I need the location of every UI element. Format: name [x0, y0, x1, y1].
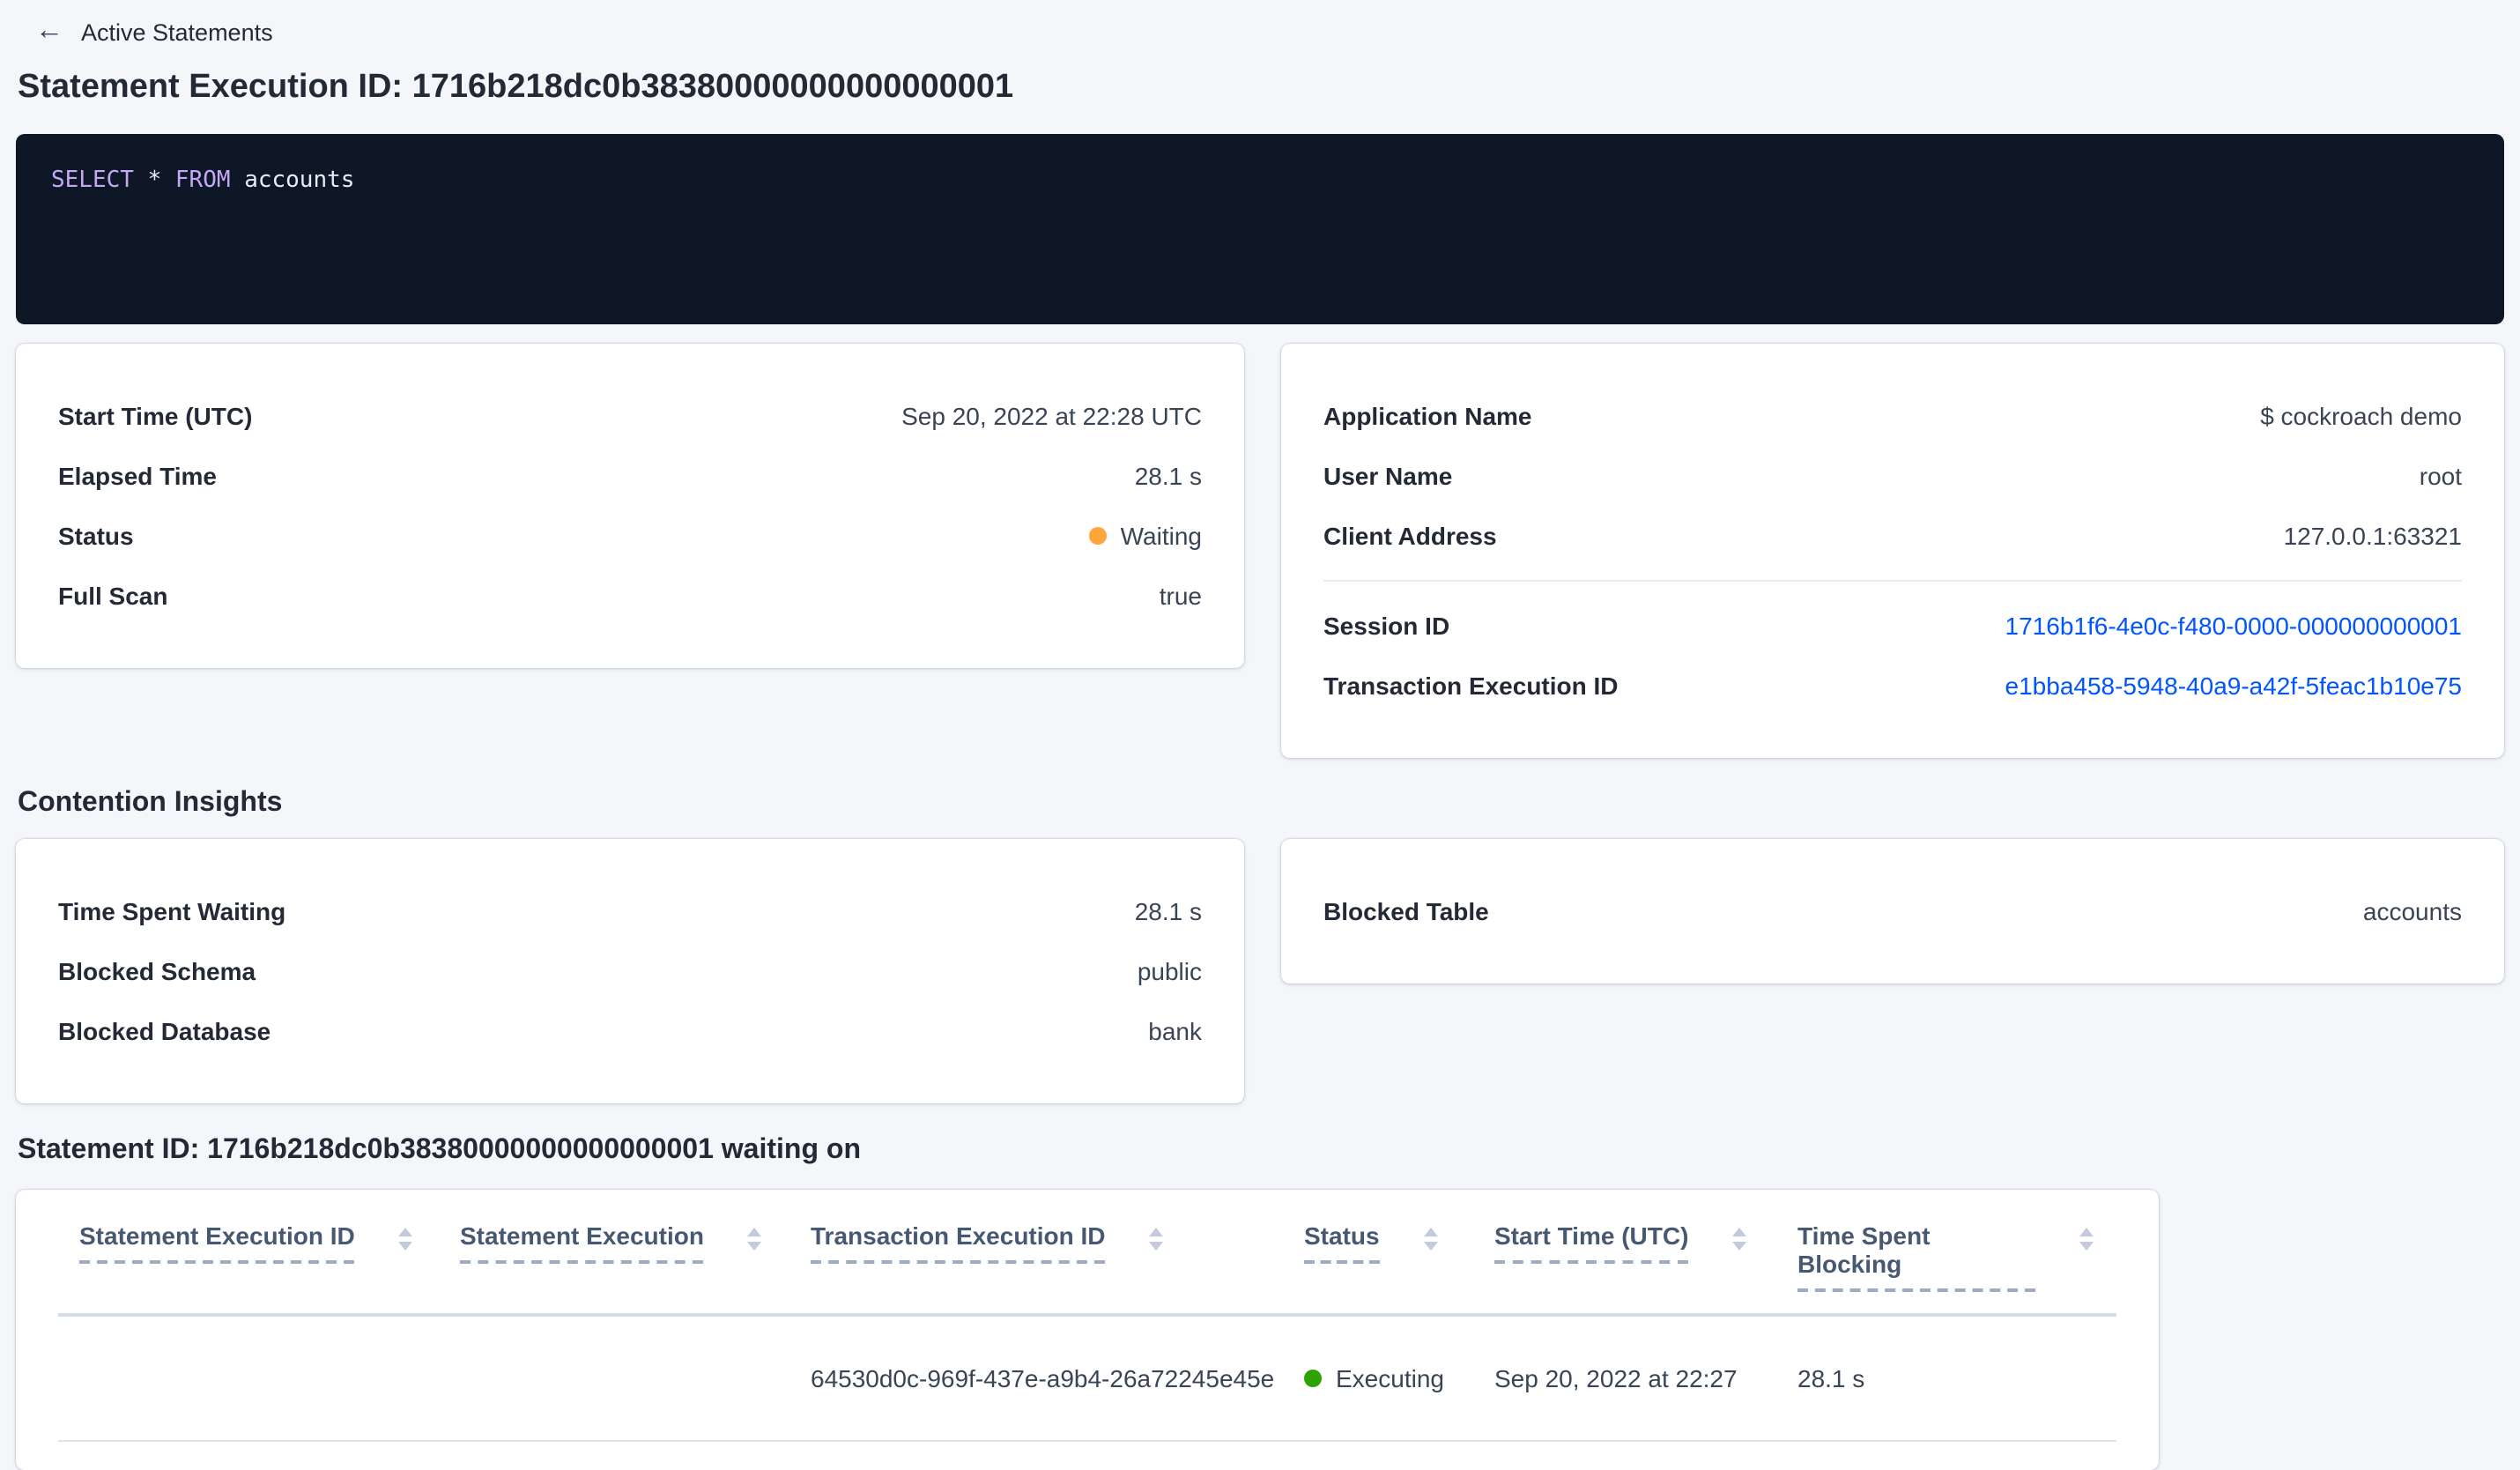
info-label: Time Spent Waiting	[58, 897, 286, 925]
info-label: Transaction Execution ID	[1323, 672, 1619, 700]
statement-details-page: ← Active Statements Statement Execution …	[0, 0, 2520, 1470]
info-label: Elapsed Time	[58, 462, 218, 490]
info-value: 28.1 s	[1134, 897, 1202, 925]
contention-details-card: Time Spent Waiting 28.1 s Blocked Schema…	[16, 839, 1244, 1103]
cell-start-time: Sep 20, 2022 at 22:27	[1494, 1364, 1738, 1392]
info-value: bank	[1148, 1017, 1202, 1045]
info-row-full-scan: Full Scan true	[58, 566, 1202, 626]
column-header-start-time[interactable]: Start Time (UTC)	[1494, 1221, 1797, 1292]
column-header-label: Statement Execution	[460, 1221, 704, 1264]
column-header-transaction-execution-id[interactable]: Transaction Execution ID	[811, 1221, 1304, 1292]
info-label: Start Time (UTC)	[58, 402, 253, 430]
column-header-label: Statement Execution ID	[79, 1221, 355, 1264]
card-divider	[1323, 580, 2462, 582]
column-header-label: Transaction Execution ID	[811, 1221, 1106, 1264]
info-row-start-time: Start Time (UTC) Sep 20, 2022 at 22:28 U…	[58, 386, 1202, 446]
column-header-time-spent-blocking[interactable]: Time Spent Blocking	[1797, 1221, 2095, 1292]
info-row-status: Status Waiting	[58, 506, 1202, 566]
sort-icon	[1732, 1228, 1747, 1251]
info-row-transaction-execution-id: Transaction Execution ID e1bba458-5948-4…	[1323, 656, 2462, 716]
waiting-statements-table: Statement Execution ID Statement Executi…	[16, 1190, 2159, 1470]
cell-transaction-execution-id: 64530d0c-969f-437e-a9b4-26a72245e45e	[811, 1364, 1275, 1392]
info-label: Blocked Schema	[58, 957, 256, 985]
sort-icon	[398, 1228, 413, 1251]
info-value: root	[2419, 462, 2462, 490]
session-summary-card: Application Name $ cockroach demo User N…	[1281, 344, 2504, 758]
cell-time-spent-blocking: 28.1 s	[1797, 1364, 1865, 1392]
info-row-client-address: Client Address 127.0.0.1:63321	[1323, 506, 2462, 566]
session-id-link[interactable]: 1716b1f6-4e0c-f480-0000-000000000001	[2005, 612, 2462, 640]
sort-icon	[2079, 1228, 2094, 1251]
waiting-on-heading: Statement ID: 1716b218dc0b38380000000000…	[18, 1135, 861, 1165]
status-executing-dot-icon	[1304, 1370, 1322, 1387]
info-label: Application Name	[1323, 402, 1532, 430]
back-arrow-icon: ←	[35, 16, 63, 46]
status-waiting-dot-icon	[1088, 527, 1107, 545]
info-value: public	[1137, 957, 1202, 985]
sql-star: *	[147, 167, 162, 194]
execution-summary-card: Start Time (UTC) Sep 20, 2022 at 22:28 U…	[16, 344, 1244, 668]
column-header-label: Status	[1304, 1221, 1380, 1264]
table-header-row: Statement Execution ID Statement Executi…	[16, 1190, 2159, 1292]
back-link-label: Active Statements	[81, 19, 273, 45]
sort-icon	[747, 1228, 762, 1251]
info-label: Status	[58, 522, 134, 550]
table-row: 64530d0c-969f-437e-a9b4-26a72245e45e Exe…	[16, 1317, 2159, 1440]
column-header-statement-execution[interactable]: Statement Execution	[460, 1221, 811, 1292]
cell-status: Executing	[1304, 1364, 1494, 1392]
info-label: Client Address	[1323, 522, 1497, 550]
status-text: Waiting	[1120, 522, 1202, 550]
blocked-table-card: Blocked Table accounts	[1281, 839, 2504, 984]
sql-statement-box: SELECT * FROM accounts	[16, 134, 2504, 324]
info-row-elapsed-time: Elapsed Time 28.1 s	[58, 446, 1202, 506]
table-footer-spacer	[16, 1442, 2159, 1470]
info-value: Sep 20, 2022 at 22:28 UTC	[901, 402, 1202, 430]
info-value: accounts	[2362, 897, 2462, 925]
back-to-active-statements-link[interactable]: ← Active Statements	[16, 16, 273, 48]
info-label: User Name	[1323, 462, 1453, 490]
info-label: Blocked Database	[58, 1017, 271, 1045]
info-label: Full Scan	[58, 582, 168, 610]
sql-keyword: FROM	[174, 167, 231, 194]
column-header-label: Time Spent Blocking	[1797, 1221, 2035, 1292]
info-row-blocked-schema: Blocked Schema public	[58, 941, 1202, 1001]
info-row-session-id: Session ID 1716b1f6-4e0c-f480-0000-00000…	[1323, 596, 2462, 656]
info-label: Session ID	[1323, 612, 1450, 640]
info-value: 127.0.0.1:63321	[2283, 522, 2462, 550]
info-row-blocked-database: Blocked Database bank	[58, 1001, 1202, 1061]
contention-insights-heading: Contention Insights	[18, 788, 283, 818]
info-row-application-name: Application Name $ cockroach demo	[1323, 386, 2462, 446]
info-value: true	[1159, 582, 1202, 610]
column-header-status[interactable]: Status	[1304, 1221, 1494, 1292]
sort-icon	[1149, 1228, 1164, 1251]
info-row-time-spent-waiting: Time Spent Waiting 28.1 s	[58, 881, 1202, 941]
column-header-statement-execution-id[interactable]: Statement Execution ID	[79, 1221, 460, 1292]
status-text: Executing	[1336, 1364, 1444, 1392]
info-label: Blocked Table	[1323, 897, 1489, 925]
info-value: $ cockroach demo	[2260, 402, 2462, 430]
column-header-label: Start Time (UTC)	[1494, 1221, 1689, 1264]
sort-icon	[1423, 1228, 1438, 1251]
sql-keyword: SELECT	[51, 167, 134, 194]
info-row-blocked-table: Blocked Table accounts	[1323, 881, 2462, 941]
sql-table-name: accounts	[244, 167, 355, 194]
info-value: 28.1 s	[1134, 462, 1202, 490]
info-row-user-name: User Name root	[1323, 446, 2462, 506]
transaction-execution-id-link[interactable]: e1bba458-5948-40a9-a42f-5feac1b10e75	[2005, 672, 2462, 700]
page-title: Statement Execution ID: 1716b218dc0b3838…	[18, 69, 1014, 106]
status-badge: Waiting	[1088, 522, 1202, 550]
